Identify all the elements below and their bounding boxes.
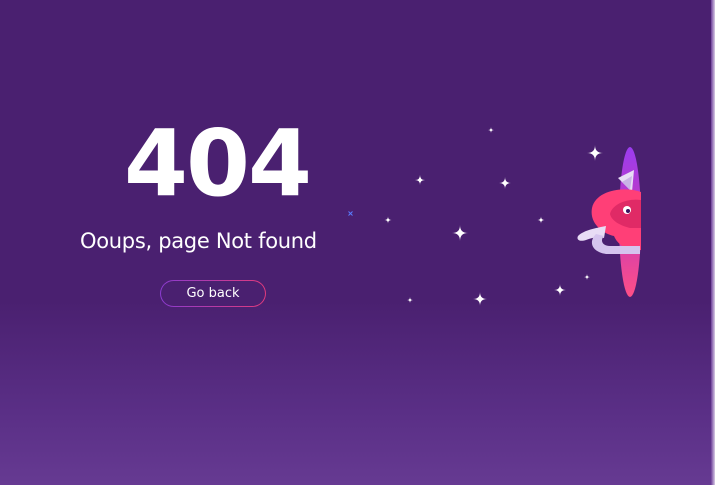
- sparkle-icon: [554, 284, 566, 296]
- sparkle-icon: [537, 216, 545, 224]
- sparkle-icon: [587, 145, 603, 161]
- sparkle-field-illustration: [348, 127, 641, 306]
- sparkle-icon: [499, 177, 511, 189]
- sparkle-icon: [452, 225, 468, 241]
- sparkle-icon: [415, 175, 425, 185]
- sparkle-icon: [488, 127, 494, 133]
- sparkle-icon: [584, 274, 590, 280]
- cross-icon: [348, 211, 353, 216]
- sparkle-icon: [384, 216, 392, 224]
- sparkle-icon: [473, 292, 487, 306]
- sparkle-icon: [407, 297, 413, 303]
